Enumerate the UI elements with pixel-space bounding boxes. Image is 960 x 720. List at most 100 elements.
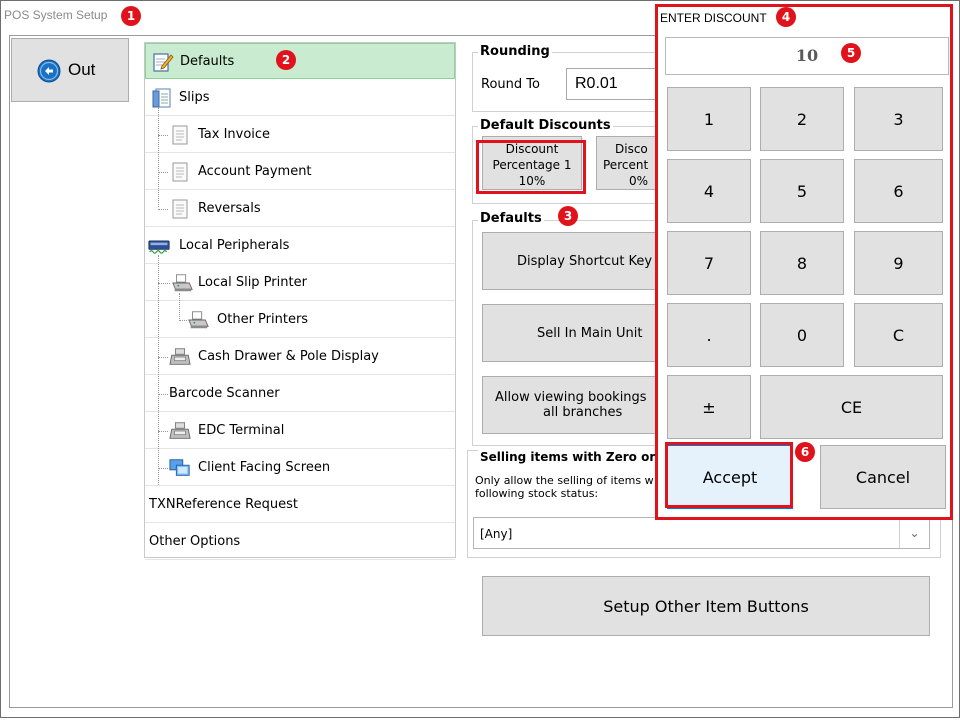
discount-percentage-1-button[interactable]: Discount Percentage 1 10%: [482, 136, 582, 190]
discount-percentage-2-button[interactable]: Disco Percent 0%: [596, 136, 658, 190]
tree-connector: [158, 255, 159, 485]
tree-item-slips[interactable]: Slips: [145, 80, 455, 116]
cancel-button[interactable]: Cancel: [820, 445, 946, 509]
tree-label: Account Payment: [198, 164, 312, 179]
out-button[interactable]: Out: [11, 38, 129, 102]
button-label: Allow viewing bookings: [495, 390, 647, 405]
edit-document-icon: [153, 53, 174, 72]
tree-item-txnreference-request[interactable]: TXNReference Request: [145, 487, 455, 523]
tree-connector: [158, 209, 168, 210]
key-decimal[interactable]: .: [667, 303, 751, 367]
zero-stock-description: Only allow the selling of items w: [475, 474, 654, 487]
tree-label: Cash Drawer & Pole Display: [198, 349, 379, 364]
key-8[interactable]: 8: [760, 231, 844, 295]
tree-item-local-slip-printer[interactable]: Local Slip Printer: [145, 265, 455, 301]
key-plus-minus[interactable]: ±: [667, 375, 751, 439]
document-icon: [172, 125, 188, 145]
tree-item-edc-terminal[interactable]: EDC Terminal: [145, 413, 455, 449]
key-clear-entry[interactable]: CE: [760, 375, 943, 439]
tree-label: Other Printers: [217, 312, 309, 327]
tree-item-defaults[interactable]: Defaults: [145, 43, 455, 79]
chevron-down-icon[interactable]: ⌄: [899, 518, 929, 548]
tree-label: Client Facing Screen: [198, 460, 331, 475]
tree-item-cash-drawer[interactable]: Cash Drawer & Pole Display: [145, 339, 455, 375]
monitor-icon: [169, 459, 190, 476]
annotation-badge-1: 1: [121, 6, 141, 26]
slips-icon: [152, 88, 171, 108]
tree-connector: [158, 135, 168, 136]
cash-register-icon: [169, 348, 191, 365]
cash-register-icon: [169, 422, 191, 439]
settings-tree: Defaults Slips Tax Invoice Account Payme…: [144, 42, 456, 560]
tree-item-local-peripherals[interactable]: Local Peripherals: [145, 228, 455, 264]
discount-display[interactable]: 10: [665, 37, 949, 75]
tree-label: Local Slip Printer: [198, 275, 307, 290]
annotation-badge-4: 4: [776, 7, 796, 27]
key-9[interactable]: 9: [854, 231, 943, 295]
annotation-badge-6: 6: [795, 442, 815, 462]
peripherals-icon: [148, 240, 170, 254]
discount-line: Percent: [603, 158, 649, 172]
printer-icon: [188, 311, 209, 329]
key-2[interactable]: 2: [760, 87, 844, 151]
tree-label: TXNReference Request: [149, 497, 298, 512]
setup-other-item-buttons-button[interactable]: Setup Other Item Buttons: [482, 576, 930, 636]
tree-label: Other Options: [149, 534, 241, 549]
tree-item-client-facing-screen[interactable]: Client Facing Screen: [145, 450, 455, 486]
allow-viewing-bookings-button[interactable]: Allow viewing bookings all branches: [482, 376, 672, 434]
out-label: Out: [68, 60, 96, 79]
button-label: Sell In Main Unit: [537, 325, 643, 341]
key-4[interactable]: 4: [667, 159, 751, 223]
round-to-label: Round To: [481, 77, 540, 92]
document-icon: [172, 199, 188, 219]
tree-label: Barcode Scanner: [169, 386, 280, 401]
annotation-badge-2: 2: [276, 50, 296, 70]
key-0[interactable]: 0: [760, 303, 844, 367]
key-3[interactable]: 3: [854, 87, 943, 151]
tree-connector: [158, 431, 168, 432]
tree-connector: [158, 107, 159, 207]
tree-item-other-options[interactable]: Other Options: [145, 524, 455, 560]
key-6[interactable]: 6: [854, 159, 943, 223]
tree-connector: [179, 320, 187, 321]
tree-label: Tax Invoice: [198, 127, 271, 142]
key-5[interactable]: 5: [760, 159, 844, 223]
round-to-field[interactable]: R0.01: [566, 68, 666, 100]
default-discounts-title: Default Discounts: [478, 118, 613, 133]
key-7[interactable]: 7: [667, 231, 751, 295]
tree-item-barcode-scanner[interactable]: Barcode Scanner: [145, 376, 455, 412]
discount-value: 10%: [518, 174, 546, 188]
window-title: POS System Setup: [4, 8, 108, 22]
tree-item-other-printers[interactable]: Other Printers: [145, 302, 455, 338]
display-shortcut-key-button[interactable]: Display Shortcut Key: [482, 232, 672, 290]
document-icon: [172, 162, 188, 182]
button-label: Display Shortcut Key: [517, 253, 653, 269]
tree-connector: [158, 172, 168, 173]
sell-in-main-unit-button[interactable]: Sell In Main Unit: [482, 304, 672, 362]
tree-connector: [179, 293, 180, 321]
rounding-title: Rounding: [478, 44, 552, 59]
tree-label: EDC Terminal: [198, 423, 285, 438]
tree-label: Defaults: [180, 54, 235, 69]
annotation-badge-3: 3: [558, 206, 578, 226]
discount-value: 0%: [629, 174, 649, 188]
key-1[interactable]: 1: [667, 87, 751, 151]
tree-label: Local Peripherals: [179, 238, 290, 253]
discount-line: Disco: [615, 142, 648, 156]
button-label: Setup Other Item Buttons: [603, 596, 809, 616]
tree-connector: [158, 283, 170, 284]
zero-stock-description: following stock status:: [475, 487, 599, 500]
stock-status-select[interactable]: [Any] ⌄: [473, 517, 930, 549]
tree-connector: [158, 357, 168, 358]
tree-item-account-payment[interactable]: Account Payment: [145, 154, 455, 190]
zero-stock-title: Selling items with Zero or: [478, 450, 658, 464]
accept-button[interactable]: Accept: [667, 445, 793, 509]
button-label: all branches: [543, 405, 623, 420]
tree-label: Slips: [179, 90, 210, 105]
tree-connector: [158, 468, 168, 469]
title-bar: POS System Setup: [0, 0, 640, 30]
tree-item-tax-invoice[interactable]: Tax Invoice: [145, 117, 455, 153]
tree-item-reversals[interactable]: Reversals: [145, 191, 455, 227]
key-clear[interactable]: C: [854, 303, 943, 367]
tree-connector: [158, 394, 168, 395]
